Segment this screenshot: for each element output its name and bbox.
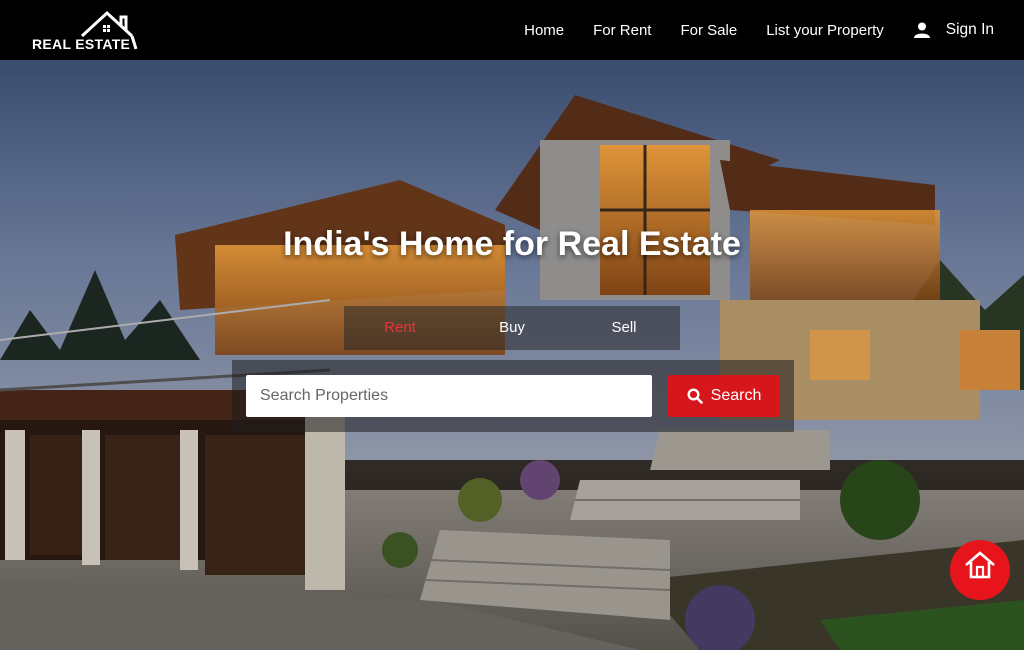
nav-for-rent[interactable]: For Rent: [593, 22, 651, 39]
brand-name: REAL ESTATE: [32, 36, 131, 52]
nav-home[interactable]: Home: [524, 22, 564, 39]
hero-title: India's Home for Real Estate: [283, 225, 741, 263]
home-icon: [963, 550, 997, 585]
brand-logo[interactable]: REAL ESTATE: [30, 9, 142, 53]
home-fab-button[interactable]: [950, 540, 1010, 600]
hero-section: India's Home for Real Estate Rent Buy Se…: [0, 60, 1024, 650]
user-icon: [913, 22, 930, 38]
nav-for-sale[interactable]: For Sale: [680, 22, 737, 39]
tab-sell[interactable]: Sell: [568, 306, 680, 350]
sign-in-label: Sign In: [945, 21, 994, 38]
navbar: REAL ESTATE Home For Rent For Sale List …: [0, 0, 1024, 60]
main-nav: Home For Rent For Sale List your Propert…: [495, 0, 994, 60]
search-icon: [687, 388, 703, 404]
search-input[interactable]: [246, 375, 652, 417]
sign-in-link[interactable]: Sign In: [913, 21, 994, 39]
search-button-label: Search: [710, 387, 762, 404]
tab-rent[interactable]: Rent: [344, 306, 456, 350]
tab-buy[interactable]: Buy: [456, 306, 568, 350]
search-button[interactable]: Search: [668, 375, 780, 417]
search-tabs: Rent Buy Sell: [344, 306, 680, 350]
search-panel: Search: [232, 360, 794, 432]
nav-list-property[interactable]: List your Property: [766, 22, 884, 39]
